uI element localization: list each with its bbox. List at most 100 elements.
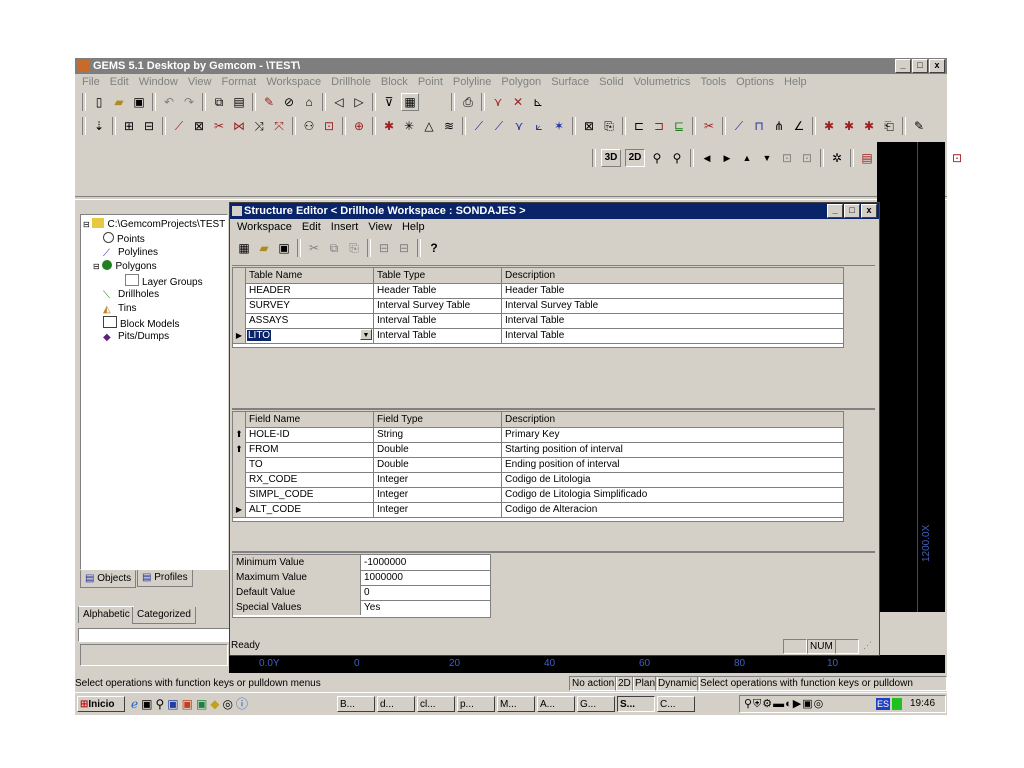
tree-item-layer-groups[interactable]: Layer Groups [125, 274, 203, 288]
se-menu-view[interactable]: View [363, 221, 397, 233]
dropdown-arrow-icon[interactable]: ▼ [360, 329, 372, 340]
menu-help[interactable]: Help [779, 76, 812, 88]
layer-red-1-icon[interactable]: ▤ [859, 150, 875, 166]
tree-root[interactable]: ⊟ C:\GemcomProjects\TEST [83, 218, 225, 231]
zoom-out-icon[interactable]: ⚲ [669, 150, 685, 166]
media-icon[interactable]: ◎ [223, 697, 233, 711]
digitize-line-icon[interactable]: ⟋ [171, 118, 187, 134]
table-desc-cell[interactable]: Interval Table [502, 328, 843, 343]
tab-alphabetic[interactable]: Alphabetic [78, 606, 135, 623]
delete-point-icon[interactable]: ⤧ [271, 118, 287, 134]
property-row[interactable]: Default Value 0 [233, 585, 490, 601]
table-name-cell[interactable]: ASSAYS [246, 313, 374, 328]
paint-icon[interactable]: ◆ [210, 697, 219, 711]
pan-up-icon[interactable]: ▲ [739, 150, 755, 166]
table-row[interactable]: ASSAYS Interval Table Interval Table [233, 313, 843, 329]
info-icon[interactable]: ⓘ [236, 697, 248, 711]
lasso-2-icon[interactable]: ⊐ [651, 118, 667, 134]
asterisk-icon[interactable]: ✱ [381, 118, 397, 134]
network-icon[interactable] [892, 698, 902, 710]
new-file-icon[interactable]: ▯ [91, 94, 107, 110]
se-insert-row-icon[interactable]: ⊟ [376, 240, 392, 256]
field-name-cell[interactable]: HOLE-ID [246, 427, 374, 442]
blue-line-1-icon[interactable]: ⟋ [471, 118, 487, 134]
se-cut-icon[interactable]: ✂ [306, 240, 322, 256]
menu-polyline[interactable]: Polyline [448, 76, 497, 88]
layers-icon[interactable]: ▤ [231, 94, 247, 110]
redo-icon[interactable]: ↷ [181, 94, 197, 110]
task-button[interactable]: cl... [417, 696, 455, 712]
star-1-icon[interactable]: ✱ [821, 118, 837, 134]
next-icon[interactable]: ▷ [351, 94, 367, 110]
tree-item-polygons[interactable]: ⊟ Polygons [93, 260, 157, 273]
print-icon[interactable]: ⎙ [460, 94, 476, 110]
table-name-cell[interactable]: SURVEY [246, 298, 374, 313]
blue-line-2-icon[interactable]: ⟋ [491, 118, 507, 134]
table-desc-cell[interactable]: Header Table [502, 283, 843, 298]
export-icon[interactable]: ⎘ [601, 118, 617, 134]
menu-view[interactable]: View [183, 76, 217, 88]
highlight-icon[interactable]: ⌂ [301, 94, 317, 110]
menu-block[interactable]: Block [376, 76, 413, 88]
zoom-all-icon[interactable]: ⊡ [949, 150, 965, 166]
point-step-icon[interactable]: ⇣ [91, 118, 107, 134]
table-row[interactable]: HEADER Header Table Header Table [233, 283, 843, 299]
property-value[interactable]: 1000000 [361, 570, 490, 585]
menu-edit[interactable]: Edit [105, 76, 134, 88]
profile-icon[interactable]: ⊾ [530, 94, 546, 110]
task-button[interactable]: p... [457, 696, 495, 712]
menu-format[interactable]: Format [216, 76, 261, 88]
property-value[interactable]: Yes [361, 600, 490, 615]
maximize-button[interactable]: □ [912, 59, 928, 73]
col-field-type[interactable]: Field Type [374, 412, 502, 427]
powerpoint-icon[interactable]: ▣ [182, 697, 193, 711]
pencil-icon[interactable]: ✎ [911, 118, 927, 134]
view-section-icon[interactable]: ⊡ [799, 150, 815, 166]
previous-icon[interactable]: ◁ [331, 94, 347, 110]
crossing-icon[interactable]: ✕ [510, 94, 526, 110]
main-title-bar[interactable]: GEMS 5.1 Desktop by Gemcom - \TEST\ _ □ … [75, 58, 947, 74]
fork-icon[interactable]: ⋔ [771, 118, 787, 134]
bracket-icon[interactable]: ⊓ [751, 118, 767, 134]
view-3d-button[interactable]: 3D [601, 149, 621, 167]
se-help-icon[interactable]: ? [426, 240, 442, 256]
word-icon[interactable]: ▣ [167, 697, 178, 711]
zoom-in-icon[interactable]: ⚲ [649, 150, 665, 166]
pan-right-icon[interactable]: ▶ [719, 150, 735, 166]
property-row[interactable]: Maximum Value 1000000 [233, 570, 490, 586]
panel-toggle-icon[interactable]: ▦ [401, 93, 419, 111]
stamp-icon[interactable]: ⎗ [881, 118, 897, 134]
table-name-combobox[interactable]: LITO ▼ [246, 328, 374, 343]
attribute-icon[interactable]: ⊘ [281, 94, 297, 110]
curve-icon[interactable]: ⟋ [731, 118, 747, 134]
edit-object-icon[interactable]: ✎ [261, 94, 277, 110]
select-icon[interactable]: ⊡ [321, 118, 337, 134]
pan-down-icon[interactable]: ▼ [759, 150, 775, 166]
field-desc-cell[interactable]: Codigo de Alteracion [502, 502, 843, 517]
scissor-icon[interactable]: ✂ [701, 118, 717, 134]
field-type-cell[interactable]: Integer [374, 502, 502, 517]
filter-icon[interactable]: ⊽ [381, 94, 397, 110]
snap-icon[interactable]: ⊕ [351, 118, 367, 134]
col-table-type[interactable]: Table Type [374, 268, 502, 283]
tab-profiles[interactable]: ▤ Profiles [137, 570, 193, 587]
se-menu-help[interactable]: Help [397, 221, 430, 233]
excel-icon[interactable]: ▣ [196, 697, 207, 711]
window-copy-icon[interactable]: ⧉ [211, 94, 227, 110]
table-type-cell[interactable]: Header Table [374, 283, 502, 298]
field-type-cell[interactable]: Integer [374, 472, 502, 487]
asterisk-alt-icon[interactable]: ✳ [401, 118, 417, 134]
field-row[interactable]: SIMPL_CODE Integer Codigo de Litologia S… [233, 487, 843, 503]
field-name-cell[interactable]: TO [246, 457, 374, 472]
table-row[interactable]: SURVEY Interval Survey Table Interval Su… [233, 298, 843, 314]
blue-line-4-icon[interactable]: ⟀ [531, 118, 547, 134]
field-row[interactable]: ⬆ HOLE-ID String Primary Key [233, 427, 843, 443]
col-field-description[interactable]: Description [502, 412, 843, 427]
undo-icon[interactable]: ↶ [161, 94, 177, 110]
se-new-table-icon[interactable]: ▦ [236, 240, 252, 256]
settings-icon[interactable]: ✲ [829, 150, 845, 166]
se-paste-icon[interactable]: ⎘ [346, 240, 362, 256]
close-button[interactable]: x [929, 59, 945, 73]
menu-drillhole[interactable]: Drillhole [326, 76, 376, 88]
structure-editor-title-bar[interactable]: Structure Editor < Drillhole Workspace :… [230, 203, 879, 219]
